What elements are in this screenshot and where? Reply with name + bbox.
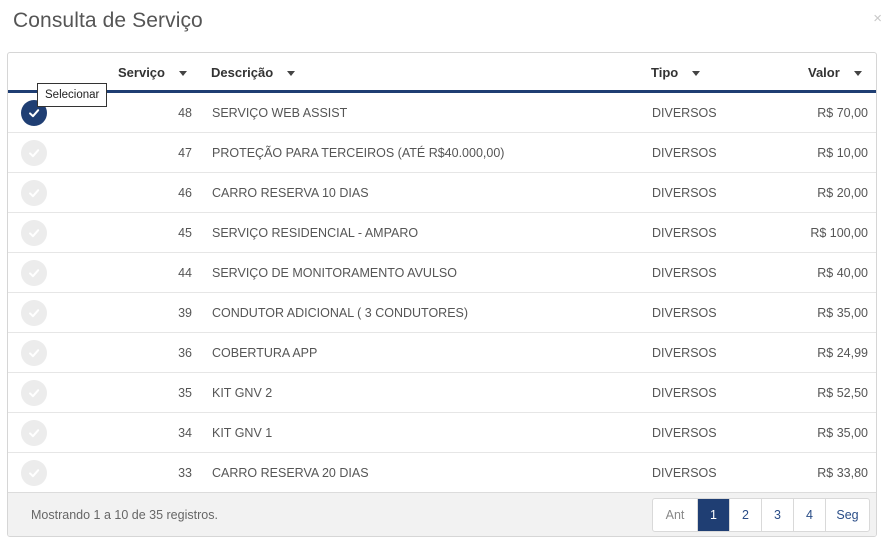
select-check-icon[interactable] (21, 340, 47, 366)
cell-servico: 33 (178, 466, 192, 480)
table-row[interactable]: 48 SERVIÇO WEB ASSIST DIVERSOS R$ 70,00 (8, 93, 876, 133)
cell-tipo: DIVERSOS (652, 266, 717, 280)
cell-valor: R$ 33,80 (817, 466, 868, 480)
column-header-descricao[interactable]: Descrição (211, 65, 296, 80)
cell-descricao: PROTEÇÃO PARA TERCEIROS (ATÉ R$40.000,00… (212, 146, 505, 160)
select-check-icon[interactable] (21, 380, 47, 406)
pagination-next-button[interactable]: Seg (825, 499, 869, 531)
pagination: Ant 1 2 3 4 Seg (652, 498, 870, 532)
cell-descricao: SERVIÇO RESIDENCIAL - AMPARO (212, 226, 419, 240)
cell-servico: 34 (178, 426, 192, 440)
table-row[interactable]: 34 KIT GNV 1 DIVERSOS R$ 35,00 (8, 413, 876, 453)
sort-caret-icon (287, 70, 296, 76)
table-row[interactable]: 45 SERVIÇO RESIDENCIAL - AMPARO DIVERSOS R$… (8, 213, 876, 253)
cell-tipo: DIVERSOS (652, 146, 717, 160)
cell-servico: 46 (178, 186, 192, 200)
column-header-tipo-label: Tipo (651, 65, 679, 80)
cell-servico: 47 (178, 146, 192, 160)
table-row[interactable]: 33 CARRO RESERVA 20 DIAS DIVERSOS R$ 33,80 (8, 453, 876, 493)
cell-servico: 36 (178, 346, 192, 360)
table-row[interactable]: 36 COBERTURA APP DIVERSOS R$ 24,99 (8, 333, 876, 373)
cell-valor: R$ 70,00 (817, 106, 868, 120)
pagination-prev-button[interactable]: Ant (653, 499, 697, 531)
column-header-servico[interactable]: Serviço (118, 65, 187, 80)
cell-servico: 44 (178, 266, 192, 280)
column-header-valor-label: Valor (808, 65, 840, 80)
select-tooltip: Selecionar (37, 83, 108, 107)
cell-servico: 45 (178, 226, 192, 240)
table-header: Serviço Descrição Tipo Valor (8, 53, 876, 93)
cell-tipo: DIVERSOS (652, 426, 717, 440)
sort-caret-icon (853, 70, 862, 76)
select-check-icon[interactable] (21, 180, 47, 206)
cell-tipo: DIVERSOS (652, 226, 717, 240)
cell-tipo: DIVERSOS (652, 346, 717, 360)
cell-descricao: SERVIÇO WEB ASSIST (212, 106, 348, 120)
cell-tipo: DIVERSOS (652, 386, 717, 400)
table-row[interactable]: 39 CONDUTOR ADICIONAL ( 3 CONDUTORES) DIVE… (8, 293, 876, 333)
modal-title: Consulta de Serviço (13, 9, 203, 32)
column-header-tipo[interactable]: Tipo (651, 65, 701, 80)
cell-valor: R$ 40,00 (817, 266, 868, 280)
cell-descricao: CONDUTOR ADICIONAL ( 3 CONDUTORES) (212, 306, 469, 320)
select-check-icon[interactable] (21, 260, 47, 286)
cell-descricao: COBERTURA APP (212, 346, 318, 360)
cell-tipo: DIVERSOS (652, 306, 717, 320)
pagination-page-3[interactable]: 3 (761, 499, 793, 531)
cell-descricao: CARRO RESERVA 10 DIAS (212, 186, 369, 200)
select-check-icon[interactable] (21, 420, 47, 446)
records-info: Mostrando 1 a 10 de 35 registros. (31, 508, 218, 522)
select-check-icon[interactable] (21, 460, 47, 486)
column-header-servico-label: Serviço (118, 65, 165, 80)
sort-caret-icon (692, 70, 701, 76)
cell-valor: R$ 10,00 (817, 146, 868, 160)
pagination-page-2[interactable]: 2 (729, 499, 761, 531)
pagination-page-4[interactable]: 4 (793, 499, 825, 531)
cell-valor: R$ 35,00 (817, 426, 868, 440)
cell-valor: R$ 20,00 (817, 186, 868, 200)
services-table-panel: Serviço Descrição Tipo Valor 48 SERVIÇO W… (7, 52, 877, 537)
cell-valor: R$ 52,50 (817, 386, 868, 400)
cell-tipo: DIVERSOS (652, 466, 717, 480)
table-footer: Mostrando 1 a 10 de 35 registros. Ant 1 … (8, 492, 876, 536)
cell-descricao: KIT GNV 2 (212, 386, 273, 400)
column-header-valor[interactable]: Valor (808, 65, 862, 80)
cell-descricao: SERVIÇO DE MONITORAMENTO AVULSO (212, 266, 457, 280)
close-icon[interactable]: × (873, 10, 882, 27)
cell-descricao: CARRO RESERVA 20 DIAS (212, 466, 369, 480)
cell-servico: 48 (178, 106, 192, 120)
cell-valor: R$ 100,00 (810, 226, 868, 240)
table-body: 48 SERVIÇO WEB ASSIST DIVERSOS R$ 70,00 47 PR… (8, 93, 876, 493)
table-row[interactable]: 44 SERVIÇO DE MONITORAMENTO AVULSO DIVERSO… (8, 253, 876, 293)
pagination-page-1[interactable]: 1 (697, 499, 729, 531)
cell-valor: R$ 35,00 (817, 306, 868, 320)
table-row[interactable]: 35 KIT GNV 2 DIVERSOS R$ 52,50 (8, 373, 876, 413)
cell-tipo: DIVERSOS (652, 186, 717, 200)
cell-valor: R$ 24,99 (817, 346, 868, 360)
sort-caret-icon (178, 70, 187, 76)
cell-servico: 39 (178, 306, 192, 320)
select-check-icon[interactable] (21, 300, 47, 326)
cell-descricao: KIT GNV 1 (212, 426, 273, 440)
select-check-icon[interactable] (21, 220, 47, 246)
table-row[interactable]: 46 CARRO RESERVA 10 DIAS DIVERSOS R$ 20,00 (8, 173, 876, 213)
column-header-descricao-label: Descrição (211, 65, 274, 80)
select-check-icon[interactable] (21, 140, 47, 166)
table-row[interactable]: 47 PROTEÇÃO PARA TERCEIROS (ATÉ R$40.000,… (8, 133, 876, 173)
cell-servico: 35 (178, 386, 192, 400)
cell-tipo: DIVERSOS (652, 106, 717, 120)
